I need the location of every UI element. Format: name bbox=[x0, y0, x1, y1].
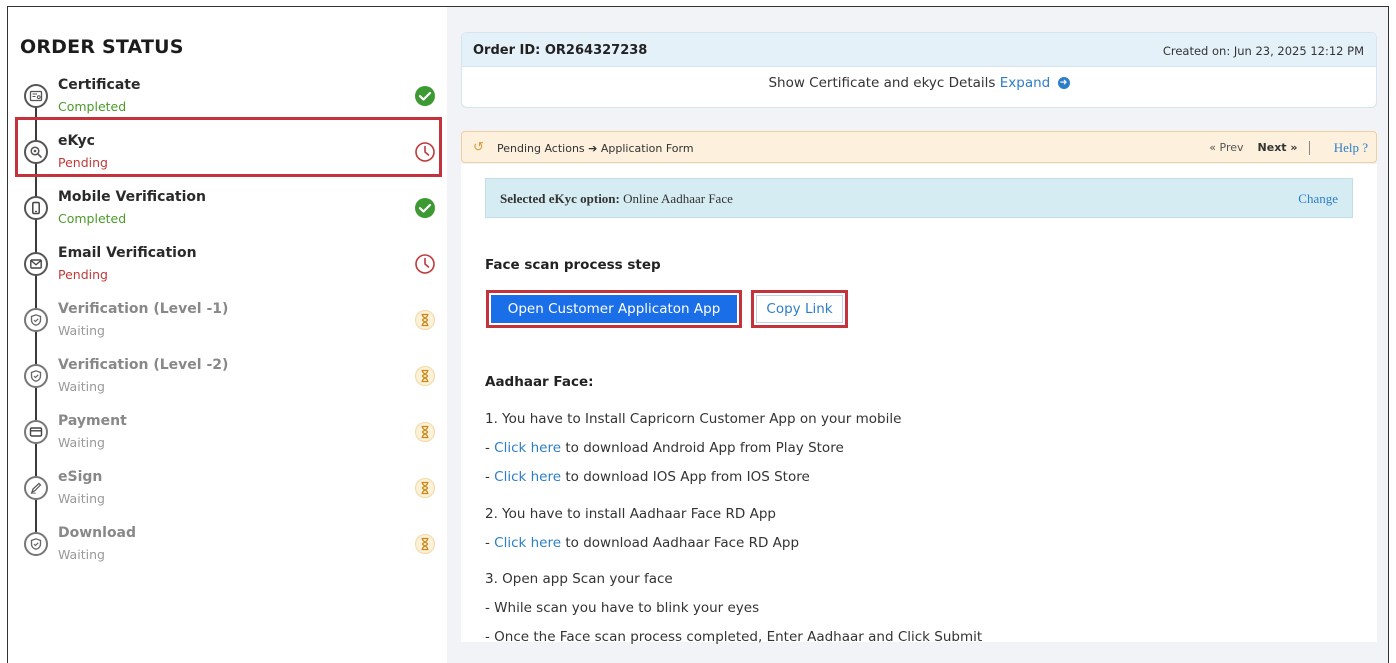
step-name: eSign bbox=[58, 469, 103, 485]
hourglass-icon bbox=[415, 310, 435, 330]
instruction-1: 1. You have to Install Capricorn Custome… bbox=[485, 411, 902, 427]
step-status: Waiting bbox=[58, 491, 105, 506]
step-download[interactable]: Download Waiting bbox=[18, 522, 443, 574]
shield-icon bbox=[24, 308, 48, 332]
android-download-link[interactable]: Click here bbox=[494, 440, 561, 456]
open-app-highlight: Open Customer Applicaton App bbox=[486, 290, 742, 328]
main-panel: Order ID: OR264327238 Created on: Jun 23… bbox=[447, 7, 1388, 663]
shield-icon bbox=[24, 364, 48, 388]
check-circle-icon bbox=[415, 86, 435, 106]
step-status: Waiting bbox=[58, 547, 105, 562]
certificate-icon bbox=[24, 84, 48, 108]
ekyc-option-value: Online Aadhaar Face bbox=[619, 191, 733, 206]
step-name: Email Verification bbox=[58, 245, 197, 261]
hourglass-icon bbox=[415, 478, 435, 498]
order-status-title: ORDER STATUS bbox=[20, 36, 184, 58]
copy-link-button[interactable]: Copy Link bbox=[756, 295, 843, 323]
step-status: Completed bbox=[58, 99, 127, 114]
application-form: Selected eKyc option: Online Aadhaar Fac… bbox=[461, 164, 1377, 645]
pending-icon: ↺ bbox=[473, 139, 484, 154]
search-icon bbox=[24, 140, 48, 164]
breadcrumb: Pending Actions ➔ Application Form bbox=[497, 142, 694, 155]
step-name: Verification (Level -1) bbox=[58, 301, 229, 317]
step-status: Waiting bbox=[58, 435, 105, 450]
show-certificate-text: Show Certificate and ekyc Details bbox=[768, 75, 996, 91]
step-esign[interactable]: eSign Waiting bbox=[18, 466, 443, 518]
dash: - bbox=[485, 440, 495, 456]
show-certificate-row: Show Certificate and ekyc Details Expand… bbox=[462, 75, 1376, 91]
help-link[interactable]: Help ? bbox=[1334, 140, 1368, 156]
instruction-2a: - Click here to download Aadhaar Face RD… bbox=[485, 535, 799, 551]
instruction-3a: - While scan you have to blink your eyes bbox=[485, 600, 760, 616]
instruction-1a: - Click here to download Android App fro… bbox=[485, 440, 844, 456]
instruction-2: 2. You have to install Aadhaar Face RD A… bbox=[485, 506, 776, 522]
instruction-3b: - Once the Face scan process completed, … bbox=[485, 629, 983, 645]
step-name: Mobile Verification bbox=[58, 189, 207, 205]
step-verification-level-2[interactable]: Verification (Level -2) Waiting bbox=[18, 354, 443, 406]
ekyc-option-box: Selected eKyc option: Online Aadhaar Fac… bbox=[485, 178, 1353, 218]
aadhaar-face-title: Aadhaar Face: bbox=[485, 374, 594, 390]
hourglass-icon bbox=[415, 422, 435, 442]
hourglass-icon bbox=[415, 534, 435, 554]
pending-actions-bar: ↺ Pending Actions ➔ Application Form « P… bbox=[461, 131, 1377, 163]
clock-icon bbox=[415, 254, 435, 274]
step-mobile-verification[interactable]: Mobile Verification Completed bbox=[18, 186, 443, 238]
step-payment[interactable]: Payment Waiting bbox=[18, 410, 443, 462]
step-status: Completed bbox=[58, 211, 127, 226]
shield-icon bbox=[24, 532, 48, 556]
face-scan-title: Face scan process step bbox=[485, 257, 661, 273]
step-name: eKyc bbox=[58, 133, 95, 149]
step-status: Waiting bbox=[58, 379, 105, 394]
pen-icon bbox=[24, 476, 48, 500]
order-id: Order ID: OR264327238 bbox=[473, 43, 648, 58]
expand-link[interactable]: Expand bbox=[1000, 75, 1051, 91]
order-card: Order ID: OR264327238 Created on: Jun 23… bbox=[461, 32, 1377, 108]
mail-icon bbox=[24, 252, 48, 276]
created-date: Created on: Jun 23, 2025 12:12 PM bbox=[1162, 44, 1364, 58]
instruction-text: to download Android App from Play Store bbox=[561, 440, 844, 456]
step-ekyc[interactable]: eKyc Pending bbox=[18, 130, 443, 182]
order-header: Order ID: OR264327238 Created on: Jun 23… bbox=[462, 33, 1376, 67]
step-status: Pending bbox=[58, 155, 108, 170]
instruction-text: to download IOS App from IOS Store bbox=[561, 469, 810, 485]
step-email-verification[interactable]: Email Verification Pending bbox=[18, 242, 443, 294]
dash: - bbox=[485, 469, 495, 485]
ekyc-option-label: Selected eKyc option: Online Aadhaar Fac… bbox=[500, 191, 733, 207]
step-name: Download bbox=[58, 525, 137, 541]
rd-app-download-link[interactable]: Click here bbox=[494, 535, 561, 551]
open-customer-app-button[interactable]: Open Customer Applicaton App bbox=[491, 295, 737, 323]
clock-icon bbox=[415, 142, 435, 162]
order-status-panel: ORDER STATUS Certificate Completed eKyc … bbox=[15, 18, 443, 658]
copy-link-highlight: Copy Link bbox=[751, 290, 848, 328]
hourglass-icon bbox=[415, 366, 435, 386]
ekyc-option-key: Selected eKyc option: bbox=[500, 191, 620, 206]
step-name: Certificate bbox=[58, 77, 141, 93]
card-icon bbox=[24, 420, 48, 444]
prev-button[interactable]: « Prev bbox=[1209, 141, 1243, 154]
ios-download-link[interactable]: Click here bbox=[494, 469, 561, 485]
step-status: Pending bbox=[58, 267, 108, 282]
dash: - bbox=[485, 535, 495, 551]
change-link[interactable]: Change bbox=[1298, 191, 1338, 207]
divider bbox=[1309, 141, 1310, 155]
pager: « Prev Next » bbox=[1209, 141, 1318, 155]
next-button[interactable]: Next » bbox=[1258, 141, 1298, 154]
expand-arrow-icon[interactable]: ➜ bbox=[1057, 77, 1070, 89]
step-status: Waiting bbox=[58, 323, 105, 338]
instruction-text: to download Aadhaar Face RD App bbox=[561, 535, 800, 551]
mobile-icon bbox=[24, 196, 48, 220]
step-verification-level-1[interactable]: Verification (Level -1) Waiting bbox=[18, 298, 443, 350]
instruction-3: 3. Open app Scan your face bbox=[485, 571, 673, 587]
step-name: Verification (Level -2) bbox=[58, 357, 229, 373]
instruction-1b: - Click here to download IOS App from IO… bbox=[485, 469, 810, 485]
check-circle-icon bbox=[415, 198, 435, 218]
step-name: Payment bbox=[58, 413, 127, 429]
